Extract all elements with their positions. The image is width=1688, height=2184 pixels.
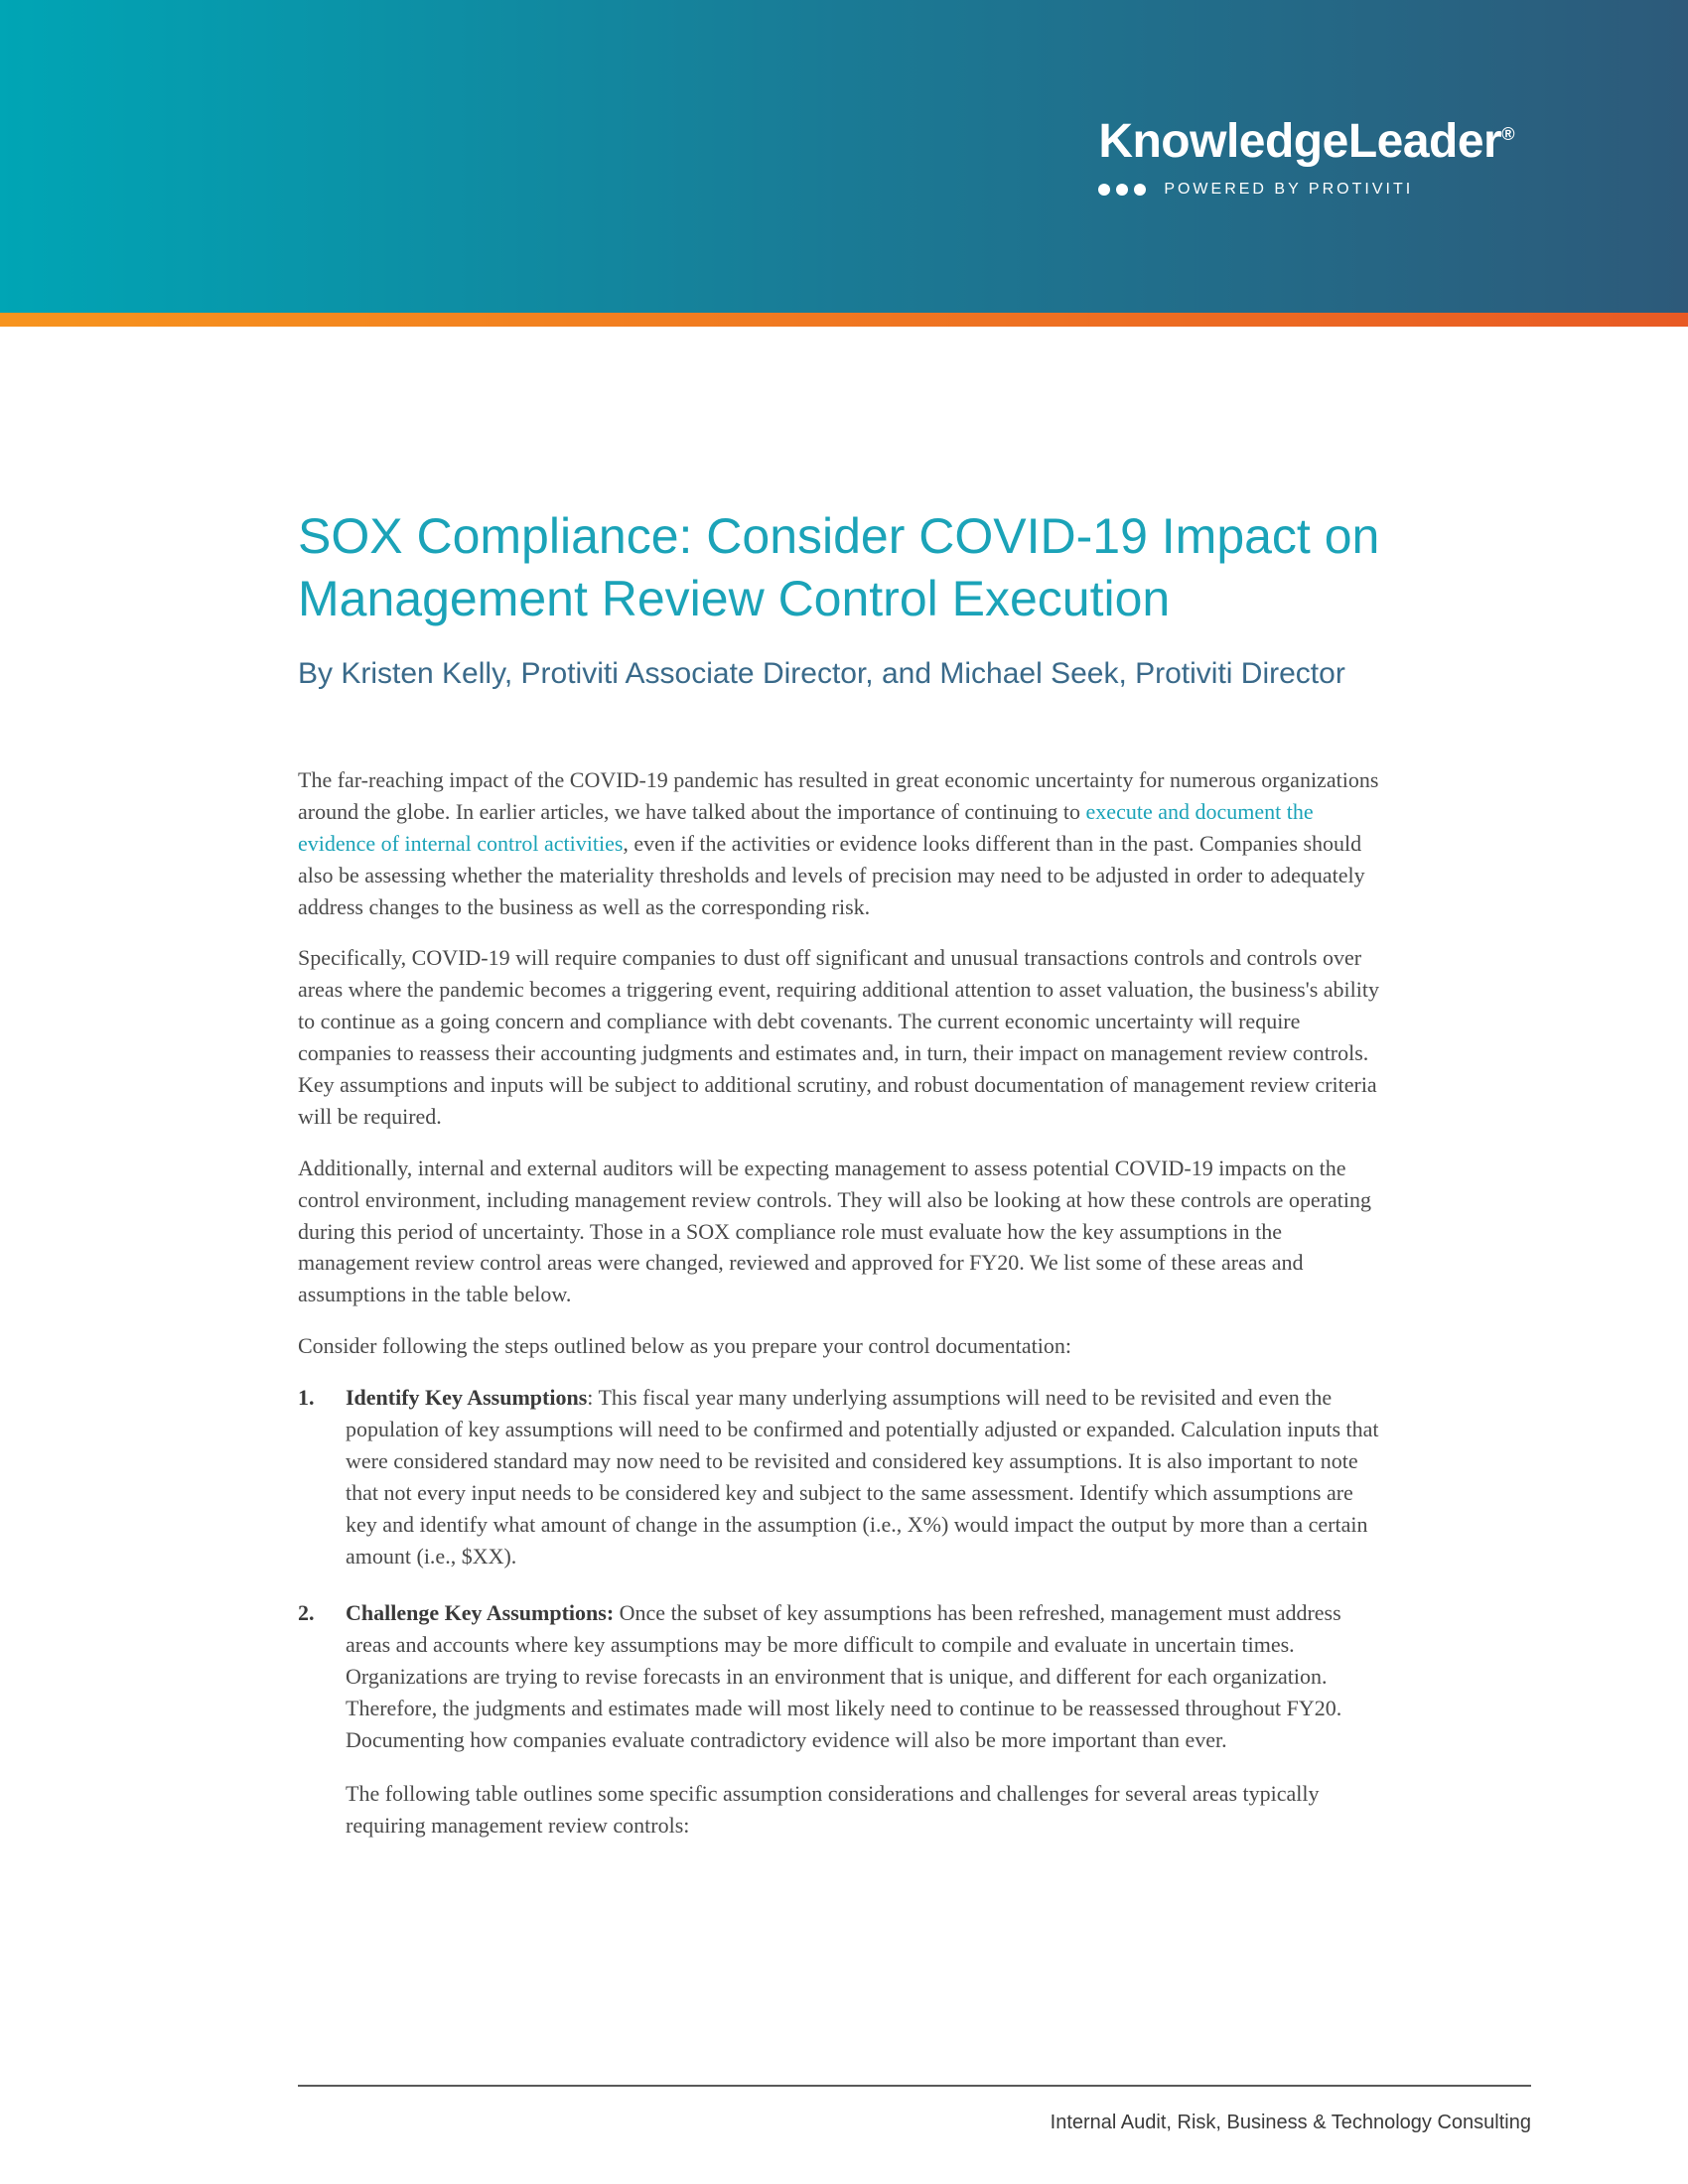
list-item-2-heading: Challenge Key Assumptions:	[346, 1600, 614, 1625]
header-banner: KnowledgeLeader® POWERED BY PROTIVITI	[0, 0, 1688, 313]
article-byline: By Kristen Kelly, Protiviti Associate Di…	[298, 653, 1390, 695]
footer-tagline: Internal Audit, Risk, Business & Technol…	[1051, 2112, 1531, 2134]
steps-list: Identify Key Assumptions: This fiscal ye…	[298, 1382, 1390, 1842]
brand-dots-icon	[1098, 184, 1146, 196]
paragraph-3: Additionally, internal and external audi…	[298, 1153, 1390, 1310]
article-content: SOX Compliance: Consider COVID-19 Impact…	[0, 327, 1688, 1842]
powered-by-text: POWERED BY PROTIVITI	[1164, 181, 1413, 199]
footer-rule	[298, 2085, 1531, 2087]
list-item-1: Identify Key Assumptions: This fiscal ye…	[298, 1382, 1390, 1571]
logo-main-text: KnowledgeLeader	[1098, 115, 1501, 168]
paragraph-2: Specifically, COVID-19 will require comp…	[298, 942, 1390, 1132]
paragraph-1: The far-reaching impact of the COVID-19 …	[298, 764, 1390, 922]
logo-block: KnowledgeLeader® POWERED BY PROTIVITI	[1098, 114, 1514, 199]
paragraph-4: Consider following the steps outlined be…	[298, 1330, 1390, 1362]
list-item-1-heading: Identify Key Assumptions	[346, 1385, 587, 1410]
article-title: SOX Compliance: Consider COVID-19 Impact…	[298, 505, 1390, 629]
list-item-2: Challenge Key Assumptions: Once the subs…	[298, 1597, 1390, 1841]
logo-registered-mark: ®	[1501, 124, 1514, 144]
brand-logo: KnowledgeLeader®	[1098, 114, 1514, 169]
list-item-1-text: : This fiscal year many underlying assum…	[346, 1385, 1379, 1568]
list-item-2-subparagraph: The following table outlines some specif…	[346, 1778, 1390, 1842]
powered-by-line: POWERED BY PROTIVITI	[1098, 181, 1514, 199]
orange-divider-bar	[0, 313, 1688, 327]
